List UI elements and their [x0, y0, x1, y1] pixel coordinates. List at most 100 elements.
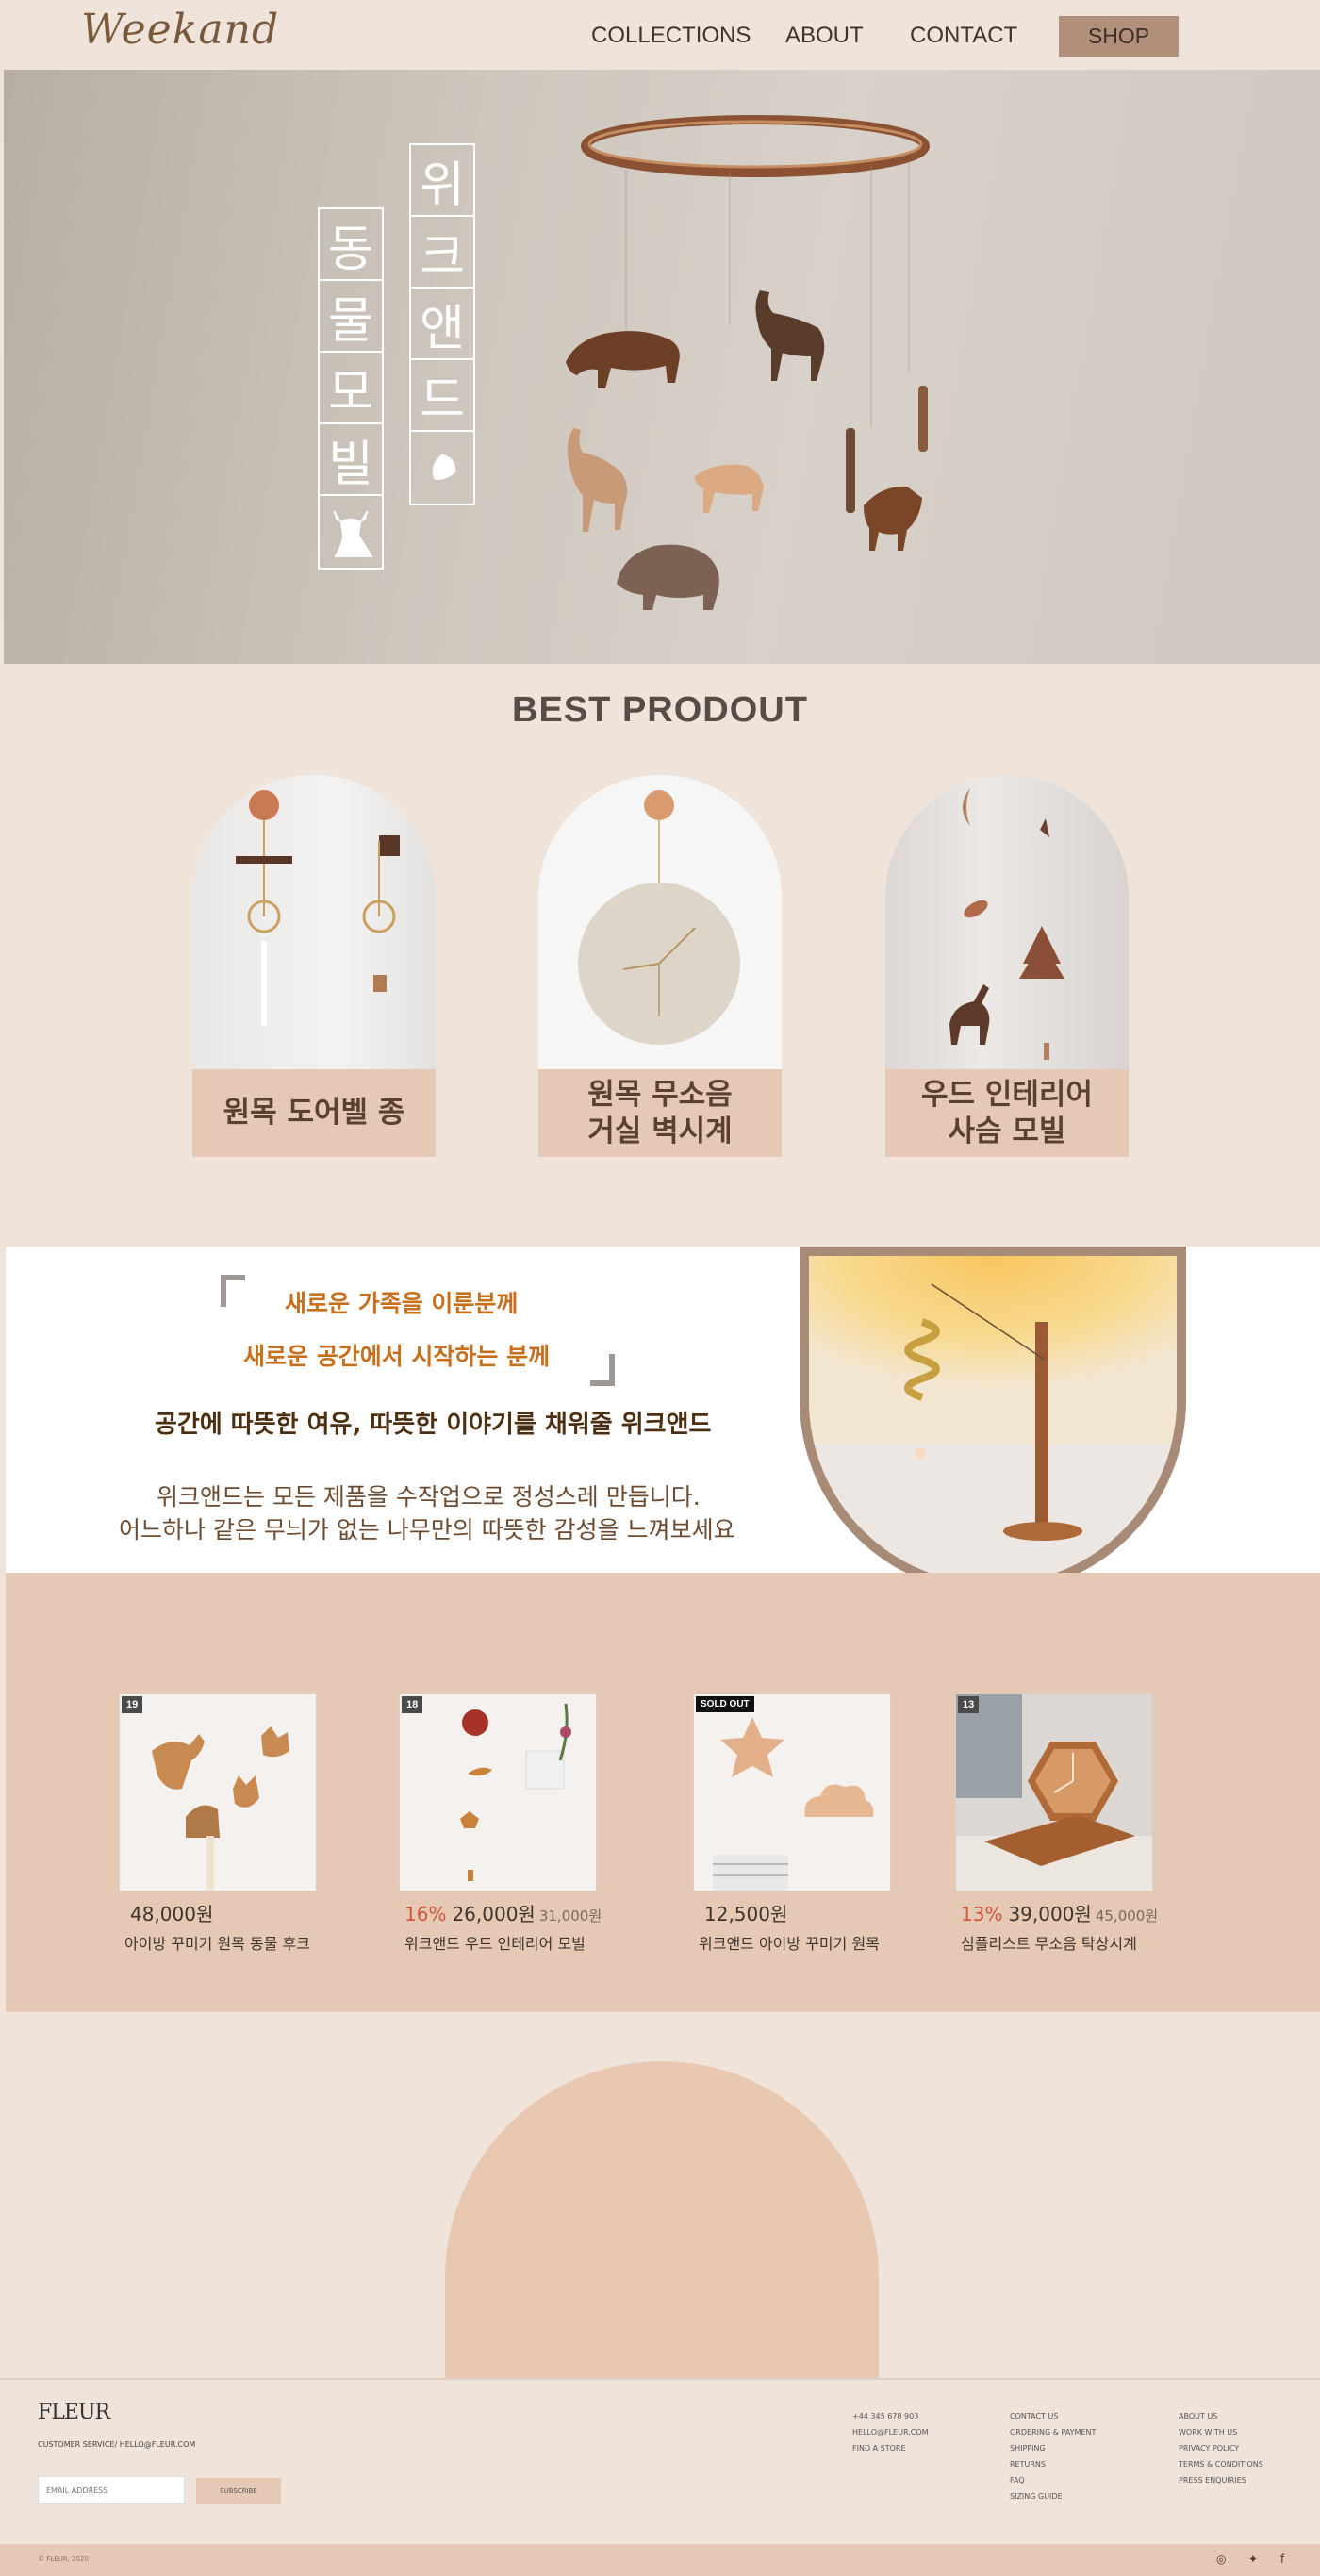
- brand-story-image: [800, 1247, 1186, 1593]
- product-original-price: 31,000원: [538, 1907, 602, 1924]
- story-description: 위크앤드는 모든 제품을 수작업으로 정성스레 만듭니다.: [157, 1483, 701, 1511]
- footer-contact-column: +44 345 678 903 HELLO@FLEUR.COM FIND A S…: [852, 2408, 929, 2456]
- footer-link[interactable]: FAQ: [1010, 2472, 1096, 2488]
- product-price: 26,000원: [452, 1903, 536, 1925]
- story-line: 새로운 가족을 이룬분께: [285, 1290, 519, 1317]
- site-logo[interactable]: Weekand: [81, 6, 279, 54]
- best-product-card[interactable]: 우드 인테리어 사슴 모빌: [885, 775, 1129, 1157]
- product-rank-badge: 19: [122, 1696, 143, 1713]
- rhino-figure: [566, 331, 680, 388]
- footer-link[interactable]: SIZING GUIDE: [1010, 2488, 1096, 2504]
- hero-title-char: 위: [411, 145, 473, 217]
- hero-title-char: 드: [411, 360, 473, 432]
- wall-clock-product-image: [538, 775, 782, 1069]
- subscribe-button[interactable]: SUBSCRIBE: [196, 2478, 281, 2504]
- footer-link[interactable]: ORDERING & PAYMENT: [1010, 2424, 1096, 2440]
- hero-title-weekand: 위 크 앤 드: [409, 143, 475, 505]
- hero-title-char: 앤: [411, 289, 473, 360]
- decorative-arch: [445, 2061, 879, 2378]
- product-name[interactable]: 위크앤드 우드 인테리어 모빌: [404, 1931, 586, 1954]
- doorbell-product-image: [192, 775, 436, 1069]
- footer-link[interactable]: CONTACT US: [1010, 2408, 1096, 2424]
- nav-collections[interactable]: COLLECTIONS: [591, 23, 751, 49]
- product-discount: 16%: [404, 1903, 447, 1925]
- footer-link[interactable]: TERMS & CONDITIONS: [1179, 2456, 1263, 2472]
- shop-button[interactable]: SHOP: [1059, 16, 1179, 57]
- product-name[interactable]: 심플리스트 무소음 탁상시계: [961, 1931, 1137, 1954]
- sold-out-badge: SOLD OUT: [696, 1696, 754, 1712]
- best-product-label: 원목 무소음 거실 벽시계: [538, 1069, 782, 1157]
- hero-banner: 위 크 앤 드 동 물 모 빌: [4, 70, 1320, 664]
- hero-title-char: 모: [320, 353, 382, 424]
- footer-link[interactable]: ABOUT US: [1179, 2408, 1263, 2424]
- footer-link[interactable]: SHIPPING: [1010, 2440, 1096, 2456]
- brand-story-section: 새로운 가족을 이룬분께 새로운 공간에서 시작하는 분께 공간에 따뜻한 여유…: [6, 1247, 1320, 1593]
- footer-link[interactable]: PRIVACY POLICY: [1179, 2440, 1263, 2456]
- best-product-card[interactable]: 원목 도어벨 종: [192, 775, 436, 1157]
- site-header: Weekand COLLECTIONS ABOUT CONTACT SHOP: [0, 0, 1320, 70]
- hero-title-char: 물: [320, 281, 382, 353]
- product-discount: 13%: [961, 1903, 1003, 1925]
- best-product-label: 원목 도어벨 종: [192, 1069, 436, 1157]
- product-image[interactable]: 19: [119, 1693, 317, 1891]
- hero-mobile-illustration: [566, 115, 930, 610]
- product-list-section: 19 48,000원 아이방 꾸미기 원목 동물 후크 18 16% 26,000…: [6, 1573, 1320, 2012]
- product-image[interactable]: 18: [399, 1693, 597, 1891]
- best-products-title: BEST PRODOUT: [512, 690, 808, 730]
- product-price-line: 48,000원: [124, 1899, 217, 1926]
- footer-about-column: ABOUT US WORK WITH US PRIVACY POLICY TER…: [1179, 2408, 1263, 2488]
- footer-contact-email: CUSTOMER SERVICE/ HELLO@FLEUR.COM: [38, 2440, 196, 2449]
- twitter-icon[interactable]: ✦: [1248, 2552, 1258, 2566]
- hero-title-animal-mobile: 동 물 모 빌: [318, 207, 384, 570]
- hanging-slat: [846, 428, 855, 513]
- story-line: 새로운 공간에서 시작하는 분께: [243, 1343, 551, 1370]
- footer-bottom-bar: © FLEUR, 2020 ◎ ✦ f: [0, 2544, 1320, 2576]
- footer-logo[interactable]: FLEUR: [38, 2401, 110, 2424]
- quote-open-bracket: [221, 1275, 245, 1307]
- product-rank-badge: 18: [402, 1696, 423, 1713]
- site-footer: FLEUR CUSTOMER SERVICE/ HELLO@FLEUR.COM …: [0, 2380, 1320, 2544]
- hanging-slat-2: [918, 386, 928, 452]
- footer-help-column: CONTACT US ORDERING & PAYMENT SHIPPING R…: [1010, 2408, 1096, 2504]
- deer-mobile-product-image: [885, 775, 1129, 1069]
- deer-figure-2: [567, 428, 628, 532]
- leaf-icon: [411, 432, 473, 504]
- product-original-price: 45,000원: [1095, 1907, 1159, 1924]
- goat-figure: [694, 464, 764, 513]
- product-image[interactable]: SOLD OUT: [693, 1693, 891, 1891]
- footer-link[interactable]: PRESS ENQUIRIES: [1179, 2472, 1263, 2488]
- best-product-label: 우드 인테리어 사슴 모빌: [885, 1069, 1129, 1157]
- hero-title-char: 동: [320, 209, 382, 281]
- quote-close-bracket: [590, 1354, 615, 1386]
- product-price-line: 13% 39,000원 45,000원: [961, 1899, 1158, 1926]
- product-image[interactable]: 13: [955, 1693, 1153, 1891]
- product-price-line: 12,500원: [699, 1899, 791, 1926]
- facebook-icon[interactable]: f: [1280, 2552, 1284, 2566]
- deer-head-icon: [320, 496, 382, 568]
- hero-title-char: 빌: [320, 424, 382, 496]
- product-rank-badge: 13: [958, 1696, 980, 1713]
- deer-figure: [755, 290, 825, 381]
- story-headline: 공간에 따뜻한 여유, 따뜻한 이야기를 채워줄 위크앤드: [155, 1411, 712, 1439]
- product-name[interactable]: 아이방 꾸미기 원목 동물 후크: [124, 1931, 310, 1954]
- footer-link[interactable]: FIND A STORE: [852, 2440, 929, 2456]
- fox-figure: [864, 486, 922, 551]
- footer-link[interactable]: +44 345 678 903: [852, 2408, 929, 2424]
- nav-contact[interactable]: CONTACT: [910, 23, 1017, 49]
- product-price: 48,000원: [130, 1903, 214, 1925]
- product-price: 39,000원: [1008, 1903, 1092, 1925]
- newsletter-email-input[interactable]: EMAIL ADDRESS: [38, 2476, 185, 2504]
- story-description: 어느하나 같은 무늬가 없는 나무만의 따뜻한 감성을 느껴보세요: [119, 1516, 735, 1544]
- best-product-card[interactable]: 원목 무소음 거실 벽시계: [538, 775, 782, 1157]
- hero-title-char: 크: [411, 217, 473, 289]
- nav-about[interactable]: ABOUT: [785, 23, 864, 49]
- product-price: 12,500원: [704, 1903, 788, 1925]
- copyright-text: © FLEUR, 2020: [38, 2555, 89, 2563]
- instagram-icon[interactable]: ◎: [1216, 2552, 1226, 2566]
- product-name[interactable]: 위크앤드 아이방 꾸미기 원목: [699, 1931, 880, 1954]
- footer-link[interactable]: HELLO@FLEUR.COM: [852, 2424, 929, 2440]
- footer-link[interactable]: RETURNS: [1010, 2456, 1096, 2472]
- product-price-line: 16% 26,000원 31,000원: [404, 1899, 602, 1926]
- bear-figure: [617, 544, 719, 610]
- footer-link[interactable]: WORK WITH US: [1179, 2424, 1263, 2440]
